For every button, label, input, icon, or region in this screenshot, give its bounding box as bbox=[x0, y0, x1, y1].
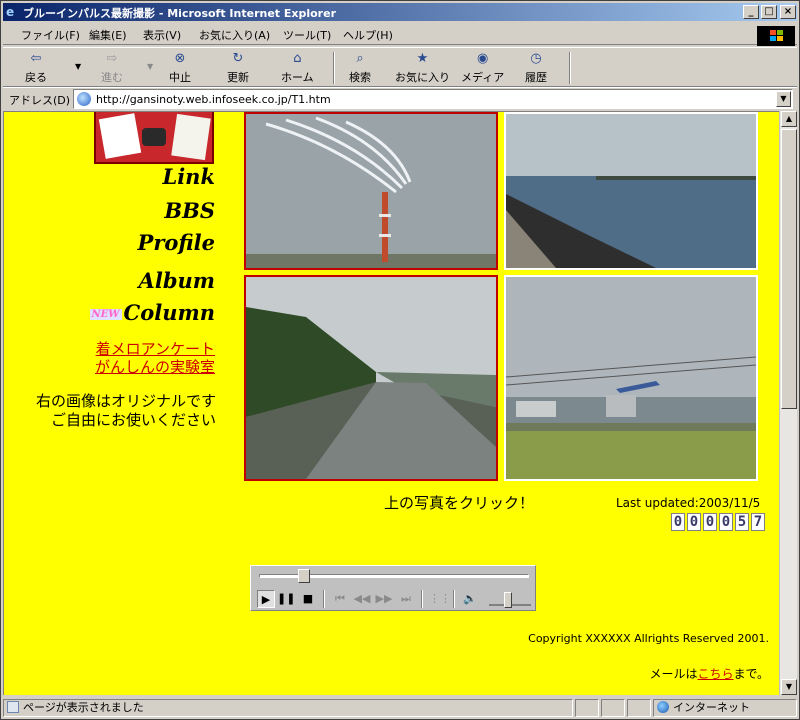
address-label: アドレス(D) bbox=[9, 94, 71, 107]
search-button[interactable]: ⌕ 検索 bbox=[349, 51, 371, 85]
home-icon: ⌂ bbox=[293, 51, 302, 66]
status-text-pane: ページが表示されました bbox=[3, 699, 573, 717]
stop-button[interactable]: ⊗ 中止 bbox=[169, 51, 191, 85]
windows-logo-icon bbox=[757, 26, 795, 46]
photo-seawall[interactable] bbox=[504, 112, 758, 270]
fast-forward-button[interactable]: ▶▶ bbox=[375, 590, 393, 608]
minimize-button[interactable]: _ bbox=[743, 5, 759, 19]
banner-image[interactable] bbox=[94, 112, 214, 164]
toolbar-separator bbox=[333, 52, 335, 84]
menu-file[interactable]: ファイル(F) bbox=[21, 27, 80, 43]
access-counter: 0 0 0 0 5 7 bbox=[671, 513, 765, 533]
play-button[interactable]: ▶ bbox=[257, 590, 275, 608]
mail-link[interactable]: こちら bbox=[697, 667, 733, 681]
pause-button[interactable]: ❚❚ bbox=[277, 590, 295, 608]
photo-blue-impulse-smoke[interactable] bbox=[244, 112, 498, 270]
usage-note: 右の画像はオリジナルです ご自由にお使いください bbox=[35, 392, 216, 429]
back-button[interactable]: ⇦ 戻る bbox=[25, 51, 47, 85]
counter-digit: 0 bbox=[719, 513, 733, 531]
menu-tools[interactable]: ツール(T) bbox=[283, 27, 331, 43]
ie-logo-icon: e bbox=[6, 5, 15, 19]
status-bar: ページが表示されました インターネット bbox=[3, 698, 797, 718]
page-icon bbox=[77, 92, 91, 106]
page-done-icon bbox=[7, 701, 19, 713]
address-url[interactable]: http://gansinoty.web.infoseek.co.jp/T1.h… bbox=[96, 93, 331, 106]
history-icon: ◷ bbox=[530, 51, 542, 66]
close-button[interactable]: × bbox=[780, 5, 796, 19]
counter-digit: 7 bbox=[751, 513, 765, 531]
counter-digit: 0 bbox=[671, 513, 685, 531]
menu-view[interactable]: 表示(V) bbox=[143, 27, 181, 43]
menu-help[interactable]: ヘルプ(H) bbox=[343, 27, 393, 43]
favorites-button[interactable]: ★ お気に入り bbox=[395, 51, 450, 85]
toolbar-separator bbox=[569, 52, 571, 84]
status-pane bbox=[575, 699, 599, 717]
click-hint: 上の写真をクリック！ bbox=[384, 494, 535, 512]
nav-link-profile[interactable]: Profile bbox=[138, 230, 215, 255]
media-button[interactable]: ◉ メディア bbox=[461, 51, 504, 85]
home-button[interactable]: ⌂ ホーム bbox=[281, 51, 314, 85]
history-button[interactable]: ◷ 履歴 bbox=[525, 51, 547, 85]
maximize-button[interactable]: □ bbox=[761, 5, 777, 19]
new-badge: NEW bbox=[89, 309, 122, 320]
title-bar: e ブルーインパルス最新撮影 - Microsoft Internet Expl… bbox=[3, 3, 797, 21]
scroll-down-icon[interactable]: ▼ bbox=[781, 679, 797, 695]
menu-bar: ファイル(F) 編集(E) 表示(V) お気に入り(A) ツール(T) ヘルプ(… bbox=[3, 23, 797, 45]
nav-link-column[interactable]: NEW Column bbox=[89, 300, 215, 325]
nav-link-link[interactable]: Link bbox=[162, 164, 215, 189]
counter-digit: 0 bbox=[703, 513, 717, 531]
forward-button[interactable]: ⇨ 進む bbox=[101, 51, 123, 85]
internet-zone-icon bbox=[657, 701, 669, 713]
counter-digit: 5 bbox=[735, 513, 749, 531]
refresh-button[interactable]: ↻ 更新 bbox=[227, 51, 249, 85]
vertical-scrollbar[interactable]: ▲ ▼ bbox=[779, 111, 797, 695]
laboratory-link[interactable]: がんしんの実験室 bbox=[95, 356, 215, 377]
previous-button[interactable]: ⏮ bbox=[331, 590, 349, 608]
photo-river[interactable] bbox=[244, 275, 498, 481]
menu-favorites[interactable]: お気に入り(A) bbox=[199, 27, 270, 43]
nav-link-bbs[interactable]: BBS bbox=[164, 198, 215, 223]
address-dropdown-icon[interactable]: ▼ bbox=[776, 91, 791, 107]
stop-icon: ⊗ bbox=[174, 51, 186, 66]
media-icon: ◉ bbox=[476, 51, 489, 66]
back-dropdown-icon[interactable]: ▼ bbox=[75, 62, 81, 71]
window-title: ブルーインパルス最新撮影 - Microsoft Internet Explor… bbox=[23, 7, 336, 20]
status-pane bbox=[601, 699, 625, 717]
volume-slider[interactable] bbox=[504, 592, 513, 608]
browser-window: e ブルーインパルス最新撮影 - Microsoft Internet Expl… bbox=[0, 0, 800, 720]
stop-button[interactable]: ■ bbox=[299, 590, 317, 608]
scroll-up-icon[interactable]: ▲ bbox=[781, 111, 797, 127]
nav-link-album[interactable]: Album bbox=[139, 268, 215, 293]
next-button[interactable]: ⏭ bbox=[397, 590, 415, 608]
favorites-icon: ★ bbox=[416, 51, 429, 66]
search-icon: ⌕ bbox=[356, 51, 364, 66]
scroll-thumb[interactable] bbox=[781, 129, 797, 409]
copyright-text: Copyright XXXXXX Allrights Reserved 2001… bbox=[528, 632, 769, 645]
forward-dropdown-icon[interactable]: ▼ bbox=[147, 62, 153, 71]
counter-digit: 0 bbox=[687, 513, 701, 531]
player-separator bbox=[453, 590, 455, 608]
player-separator bbox=[323, 590, 325, 608]
last-updated: Last updated:2003/11/5 bbox=[616, 496, 761, 510]
toolbar: ⇦ 戻る ▼ ⇨ 進む ▼ ⊗ 中止 ↻ 更新 ⌂ ホーム ⌕ 検索 ★ お気に… bbox=[3, 47, 797, 87]
player-separator bbox=[421, 590, 423, 608]
address-bar: アドレス(D) http://gansinoty.web.infoseek.co… bbox=[3, 87, 797, 109]
address-input[interactable]: http://gansinoty.web.infoseek.co.jp/T1.h… bbox=[73, 89, 793, 109]
photo-airport-jet[interactable] bbox=[504, 275, 758, 481]
forward-arrow-icon: ⇨ bbox=[106, 51, 118, 66]
volume-icon[interactable]: 🔈 bbox=[461, 590, 479, 608]
status-pane bbox=[627, 699, 651, 717]
mail-notice: メールはこちらまで。 bbox=[649, 667, 769, 681]
page-content: Link BBS Profile Album NEW Column 着メロアンケー… bbox=[3, 111, 779, 695]
menu-edit[interactable]: 編集(E) bbox=[89, 27, 127, 43]
security-zone-pane: インターネット bbox=[653, 699, 797, 717]
media-player: ▶ ❚❚ ■ ⏮ ◀◀ ▶▶ ⏭ ⋮⋮ 🔈 bbox=[250, 565, 536, 611]
back-arrow-icon: ⇦ bbox=[30, 51, 42, 66]
playlist-icon[interactable]: ⋮⋮ bbox=[429, 590, 451, 608]
rewind-button[interactable]: ◀◀ bbox=[353, 590, 371, 608]
seek-thumb[interactable] bbox=[297, 569, 310, 583]
refresh-icon: ↻ bbox=[232, 51, 244, 66]
